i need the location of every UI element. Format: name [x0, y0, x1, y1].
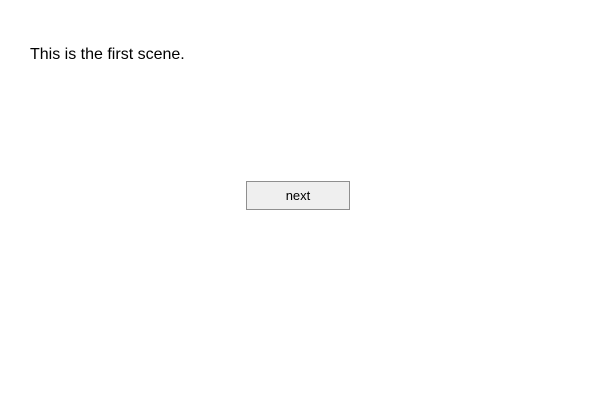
scene-container: This is the first scene. next — [0, 0, 600, 400]
next-button[interactable]: next — [246, 181, 350, 210]
scene-text: This is the first scene. — [30, 46, 185, 63]
